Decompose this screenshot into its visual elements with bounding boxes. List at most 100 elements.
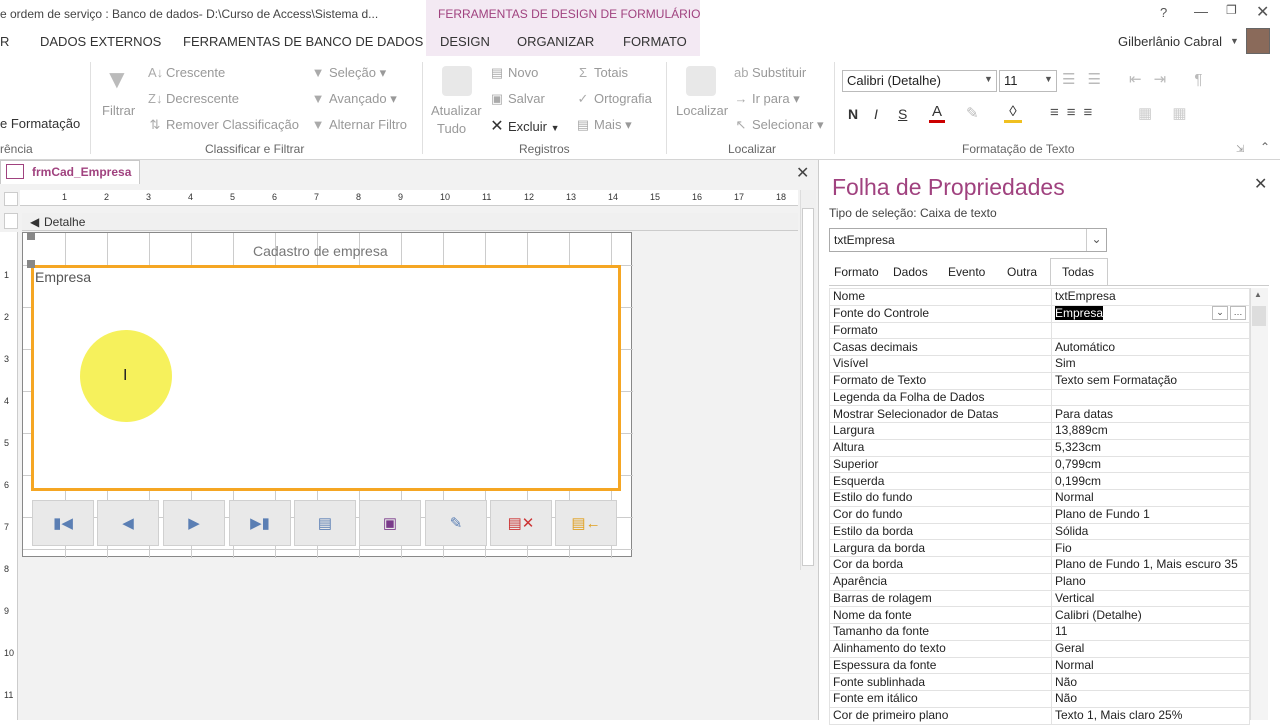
property-row[interactable]: Cor da borda Plano de Fundo 1, Mais escur… <box>829 556 1250 574</box>
tab-ferramentas-banco[interactable]: FERRAMENTAS DE BANCO DE DADOS <box>183 34 423 49</box>
last-record-button[interactable]: ▶▮ <box>229 500 291 546</box>
help-icon[interactable]: ? <box>1160 5 1167 20</box>
form-selector[interactable] <box>4 192 18 206</box>
property-row[interactable]: Altura 5,323cm <box>829 438 1250 457</box>
property-row[interactable]: Aparência Plano <box>829 572 1250 591</box>
property-row[interactable]: Cor do fundo Plano de Fundo 1 <box>829 505 1250 524</box>
list-format-icons[interactable]: ☰☰ ⇤⇥ ¶ <box>1062 70 1214 88</box>
collapse-ribbon-icon[interactable]: ⌃ <box>1260 140 1270 154</box>
property-value[interactable] <box>1051 321 1250 340</box>
tab-dados-externos[interactable]: DADOS EXTERNOS <box>40 34 161 49</box>
select-button[interactable]: ↖ Selecionar ▾ <box>734 117 824 133</box>
chevron-down-icon[interactable]: ▼ <box>1044 74 1053 84</box>
sort-ascending-button[interactable]: A↓ Crescente <box>148 65 225 80</box>
section-selector[interactable] <box>4 213 18 229</box>
property-row[interactable]: Largura 13,889cm <box>829 422 1250 440</box>
tab-partial[interactable]: R <box>0 34 9 49</box>
filter-button[interactable]: Filtrar <box>102 103 135 118</box>
edit-nav-button[interactable]: ✎ <box>425 500 487 546</box>
property-row[interactable]: Formato de Texto Texto sem Formatação <box>829 371 1250 390</box>
font-name-dropdown[interactable]: Calibri (Detalhe) <box>842 70 997 92</box>
scrollbar-thumb[interactable] <box>802 208 814 566</box>
property-row[interactable]: Fonte sublinhada Não <box>829 673 1250 691</box>
tab-outra-props[interactable]: Outra <box>1003 262 1041 284</box>
property-value[interactable]: Calibri (Detalhe) <box>1051 606 1250 624</box>
sort-descending-button[interactable]: Z↓ Decrescente <box>148 91 239 106</box>
highlight-icon[interactable]: ✎ <box>966 104 979 122</box>
fill-color-icon[interactable]: ◊ <box>1004 104 1022 123</box>
delete-record-button[interactable]: ✕ Excluir ▼ <box>490 116 559 136</box>
replace-button[interactable]: ab Substituir <box>734 65 806 80</box>
move-handle[interactable] <box>27 232 35 240</box>
avatar[interactable] <box>1246 28 1270 54</box>
property-row[interactable]: Estilo da borda Sólida <box>829 522 1250 541</box>
property-value[interactable]: Não <box>1051 690 1250 708</box>
property-value[interactable]: 5,323cm <box>1051 438 1250 457</box>
close-window-icon[interactable]: ✕ <box>1256 2 1269 22</box>
property-row[interactable]: Fonte em itálico Não <box>829 690 1250 708</box>
format-extra-icons[interactable]: ▦ ▦ <box>1138 104 1195 122</box>
dialog-launcher-icon[interactable]: ⇲ <box>1236 144 1244 155</box>
property-value[interactable]: Automático <box>1051 338 1250 356</box>
tab-formato[interactable]: FORMATO <box>623 34 687 49</box>
user-name[interactable]: Gilberlânio Cabral <box>1118 34 1222 49</box>
property-row[interactable]: Visível Sim <box>829 355 1250 373</box>
property-row[interactable]: Espessura da fonte Normal <box>829 656 1250 675</box>
chevron-down-icon[interactable]: ⌄ <box>1086 229 1106 251</box>
underline-button[interactable]: S <box>898 106 907 122</box>
italic-button[interactable]: I <box>874 106 878 122</box>
restore-icon[interactable]: ❐ <box>1226 3 1237 17</box>
ribbon-item-formatacao[interactable]: e Formatação <box>0 116 80 131</box>
chevron-down-icon[interactable]: ▼ <box>1230 36 1239 46</box>
property-value[interactable]: txtEmpresa <box>1051 288 1250 306</box>
goto-button[interactable]: → Ir para ▾ <box>734 91 800 107</box>
totals-button[interactable]: Σ Totais <box>576 65 628 80</box>
property-row[interactable]: Formato <box>829 321 1250 340</box>
tab-design[interactable]: DESIGN <box>440 34 490 49</box>
property-value[interactable]: Normal <box>1051 656 1250 675</box>
tab-organizar[interactable]: ORGANIZAR <box>517 34 594 49</box>
property-value[interactable]: Geral <box>1051 639 1250 658</box>
property-row[interactable]: Alinhamento do texto Geral <box>829 639 1250 658</box>
property-row[interactable]: Nome da fonte Calibri (Detalhe) <box>829 606 1250 624</box>
chevron-down-icon[interactable]: ▼ <box>984 74 993 84</box>
property-value[interactable]: Normal <box>1051 489 1250 507</box>
property-row[interactable]: Tamanho da fonte 11 <box>829 623 1250 641</box>
chevron-down-icon[interactable]: ⌄ <box>1212 306 1228 320</box>
build-button[interactable]: … <box>1230 306 1246 320</box>
property-value[interactable]: Plano <box>1051 572 1250 591</box>
tab-formato-props[interactable]: Formato <box>830 262 883 284</box>
property-value[interactable]: 13,889cm <box>1051 422 1250 440</box>
property-row[interactable]: Nome txtEmpresa <box>829 288 1250 306</box>
property-row[interactable]: Legenda da Folha de Dados <box>829 388 1250 407</box>
remove-sort-button[interactable]: ⇅ Remover Classificação <box>148 117 299 133</box>
property-row[interactable]: Fonte do Controle Empresa <box>829 304 1250 323</box>
property-row[interactable]: Barras de rolagem Vertical <box>829 589 1250 608</box>
properties-scrollbar[interactable] <box>1250 288 1268 720</box>
property-row[interactable]: Superior 0,799cm <box>829 455 1250 474</box>
tab-dados-props[interactable]: Dados <box>889 262 932 284</box>
property-value[interactable]: Para datas <box>1051 405 1250 423</box>
property-row[interactable]: Casas decimais Automático <box>829 338 1250 356</box>
save-nav-button[interactable]: ▣ <box>359 500 421 546</box>
spelling-button[interactable]: ✓ Ortografia <box>576 91 652 107</box>
first-record-button[interactable]: ▮◀ <box>32 500 94 546</box>
property-value[interactable]: 0,199cm <box>1051 472 1250 490</box>
font-color-icon[interactable]: A <box>929 104 945 123</box>
find-button[interactable]: Localizar <box>676 103 728 118</box>
section-bar[interactable] <box>22 213 798 231</box>
property-value[interactable]: Fio <box>1051 539 1250 557</box>
property-row[interactable]: Cor de primeiro plano Texto 1, Mais claro… <box>829 706 1250 725</box>
new-record-button[interactable]: ▤ Novo <box>490 65 539 81</box>
more-button[interactable]: ▤ Mais ▾ <box>576 117 632 133</box>
bold-button[interactable]: N <box>848 106 858 122</box>
scrollbar-thumb[interactable] <box>1252 306 1266 326</box>
close-property-sheet-icon[interactable]: ✕ <box>1254 174 1267 194</box>
property-value[interactable]: Vertical <box>1051 589 1250 608</box>
property-value[interactable]: Sólida <box>1051 522 1250 541</box>
property-row[interactable]: Esquerda 0,199cm <box>829 472 1250 490</box>
toggle-filter-button[interactable]: ▼ Alternar Filtro <box>311 117 407 132</box>
move-handle[interactable] <box>27 260 35 268</box>
property-row[interactable]: Largura da borda Fio <box>829 539 1250 557</box>
minimize-icon[interactable]: — <box>1194 3 1208 19</box>
